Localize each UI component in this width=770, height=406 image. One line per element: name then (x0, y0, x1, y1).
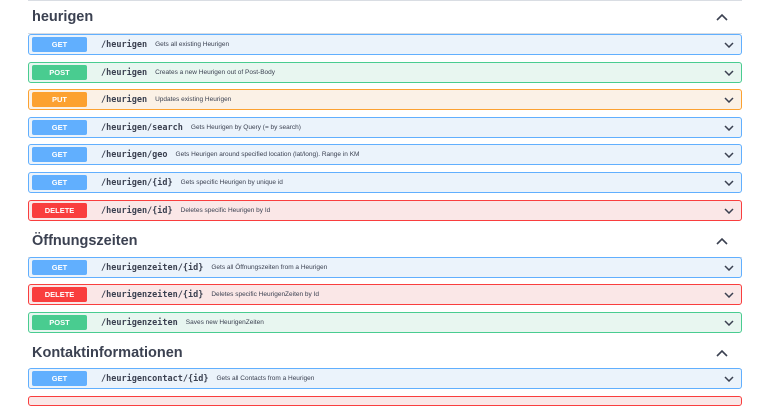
method-badge: DELETE (32, 203, 87, 218)
operation-path: /heurigenzeiten/{id} (101, 289, 204, 300)
chevron-down-icon[interactable] (723, 317, 735, 329)
operation-delete-heurigen-id[interactable]: DELETE /heurigen/{id} Deletes specific H… (28, 200, 742, 221)
operation-path: /heurigen/search (101, 122, 183, 133)
operation-path: /heurigenzeiten (101, 317, 178, 328)
operation-get-heurigencontact-id[interactable]: GET /heurigencontact/{id} Gets all Conta… (28, 368, 742, 389)
operation-path: /heurigen/geo (101, 149, 168, 160)
operation-summary: Creates a new Heurigen out of Post-Body (155, 69, 276, 76)
operation-summary: Gets Heurigen around specified location … (175, 151, 360, 158)
chevron-down-icon[interactable] (723, 122, 735, 134)
chevron-up-icon[interactable] (714, 233, 730, 249)
section-title: heurigen (32, 8, 94, 25)
chevron-down-icon[interactable] (723, 205, 735, 217)
operation-path: /heurigen/{id} (101, 205, 173, 216)
operation-summary: Gets all Öffnungszeiten from a Heurigen (211, 264, 328, 271)
chevron-down-icon[interactable] (723, 39, 735, 51)
operation-path: /heurigen (101, 39, 148, 50)
section-header-heurigen[interactable]: heurigen (28, 0, 742, 34)
method-badge: GET (32, 260, 87, 275)
chevron-down-icon[interactable] (723, 149, 735, 161)
section-header-kontaktinformationen[interactable]: Kontaktinformationen (28, 336, 742, 370)
method-badge: PUT (32, 92, 87, 107)
chevron-down-icon[interactable] (723, 67, 735, 79)
operation-delete-heurigenzeiten-id[interactable]: DELETE /heurigenzeiten/{id} Deletes spec… (28, 284, 742, 305)
chevron-down-icon[interactable] (723, 94, 735, 106)
method-badge: POST (32, 65, 87, 80)
operation-get-heurigenzeiten-id[interactable]: GET /heurigenzeiten/{id} Gets all Öffnun… (28, 257, 742, 278)
operation-summary: Updates existing Heurigen (155, 96, 232, 103)
operation-partial[interactable] (28, 396, 742, 406)
operation-path: /heurigencontact/{id} (101, 373, 209, 384)
operation-put-heurigen[interactable]: PUT /heurigen Updates existing Heurigen (28, 89, 742, 110)
operation-path: /heurigenzeiten/{id} (101, 262, 204, 273)
chevron-down-icon[interactable] (723, 289, 735, 301)
method-badge: GET (32, 371, 87, 386)
operation-get-heurigen-search[interactable]: GET /heurigen/search Gets Heurigen by Qu… (28, 117, 742, 138)
operation-get-heurigen[interactable]: GET /heurigen Gets all existing Heurigen (28, 34, 742, 55)
section-oeffnungszeiten: Öffnungszeiten GET /heurigenzeiten/{id} … (28, 224, 742, 333)
operation-summary: Gets specific Heurigen by unique id (180, 179, 283, 186)
chevron-down-icon[interactable] (723, 177, 735, 189)
chevron-down-icon[interactable] (723, 373, 735, 385)
method-badge: GET (32, 147, 87, 162)
section-heurigen: heurigen GET /heurigen Gets all existing… (28, 0, 742, 221)
operation-path: /heurigen (101, 67, 148, 78)
section-title: Öffnungszeiten (32, 232, 138, 249)
operation-post-heurigenzeiten[interactable]: POST /heurigenzeiten Saves new HeurigenZ… (28, 312, 742, 333)
operation-path: /heurigen (101, 94, 148, 105)
section-title: Kontaktinformationen (32, 344, 183, 361)
operation-summary: Gets all Contacts from a Heurigen (216, 375, 315, 382)
chevron-up-icon[interactable] (714, 345, 730, 361)
method-badge: DELETE (32, 287, 87, 302)
section-header-oeffnungszeiten[interactable]: Öffnungszeiten (28, 224, 742, 258)
operation-summary: Deletes specific HeurigenZeiten by Id (211, 291, 320, 298)
method-badge: GET (32, 37, 87, 52)
operation-path: /heurigen/{id} (101, 177, 173, 188)
operation-summary: Gets all existing Heurigen (155, 41, 230, 48)
section-kontaktinformationen: Kontaktinformationen GET /heurigencontac… (28, 336, 742, 389)
operation-post-heurigen[interactable]: POST /heurigen Creates a new Heurigen ou… (28, 62, 742, 83)
method-badge: POST (32, 315, 87, 330)
chevron-up-icon[interactable] (714, 9, 730, 25)
operation-summary: Saves new HeurigenZeiten (185, 319, 264, 326)
operation-summary: Gets Heurigen by Query (= by search) (190, 124, 301, 131)
operation-get-heurigen-geo[interactable]: GET /heurigen/geo Gets Heurigen around s… (28, 144, 742, 165)
operation-get-heurigen-id[interactable]: GET /heurigen/{id} Gets specific Heurige… (28, 172, 742, 193)
method-badge: GET (32, 120, 87, 135)
method-badge: GET (32, 175, 87, 190)
operation-summary: Deletes specific Heurigen by Id (180, 207, 271, 214)
chevron-down-icon[interactable] (723, 262, 735, 274)
